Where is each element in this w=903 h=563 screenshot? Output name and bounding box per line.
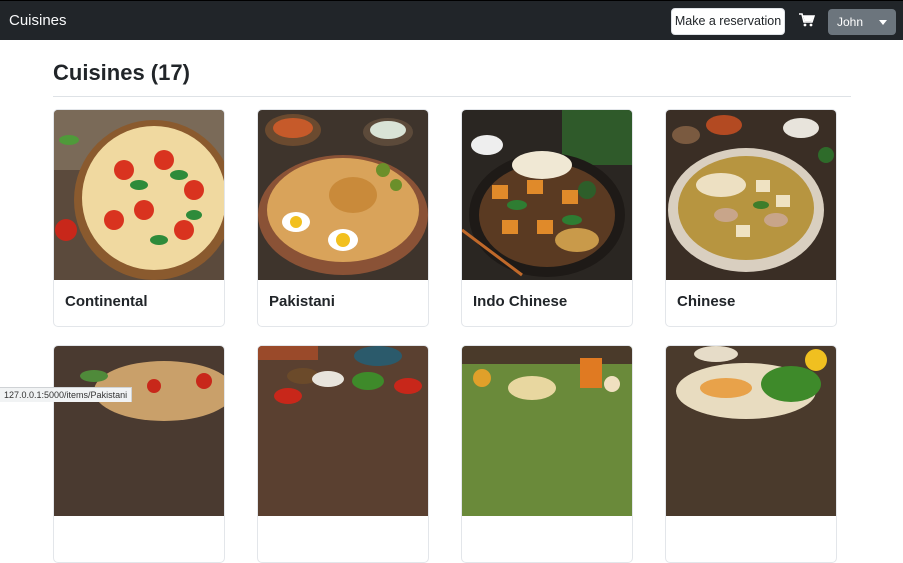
dish-image	[462, 346, 632, 516]
make-reservation-button[interactable]: Make a reservation	[671, 8, 785, 35]
top-navbar: Cuisines Make a reservation John	[0, 0, 903, 40]
cuisine-card[interactable]	[257, 345, 429, 563]
biryani-image	[258, 110, 428, 280]
indo-chinese-dish-image	[462, 110, 632, 280]
cuisine-card-continental[interactable]: Continental	[53, 109, 225, 327]
dish-image	[258, 346, 428, 516]
user-menu-button[interactable]: John	[828, 9, 896, 35]
cuisine-card-title: Indo Chinese	[473, 293, 568, 310]
page-title: Cuisines (17)	[53, 60, 190, 85]
cuisine-card-pakistani[interactable]: Pakistani	[257, 109, 429, 327]
title-divider	[53, 96, 851, 97]
chevron-down-icon	[879, 20, 887, 25]
user-name: John	[837, 15, 864, 29]
cuisine-card-title: Pakistani	[269, 293, 335, 310]
cuisine-card[interactable]	[665, 345, 837, 563]
pizza-image	[54, 110, 224, 280]
cuisine-card-title: Continental	[65, 293, 148, 310]
cuisine-card[interactable]	[53, 345, 225, 563]
link-status-bar: 127.0.0.1:5000/items/Pakistani	[0, 387, 133, 402]
cuisine-card-title: Chinese	[677, 293, 736, 310]
shopping-cart-icon[interactable]	[799, 13, 815, 27]
cuisine-card-chinese[interactable]: Chinese	[665, 109, 837, 327]
brand-link[interactable]: Cuisines	[9, 12, 67, 29]
cuisine-card[interactable]	[461, 345, 633, 563]
cuisine-card-indo-chinese[interactable]: Indo Chinese	[461, 109, 633, 327]
chinese-soup-image	[666, 110, 836, 280]
dish-image	[54, 346, 224, 516]
dish-image	[666, 346, 836, 516]
